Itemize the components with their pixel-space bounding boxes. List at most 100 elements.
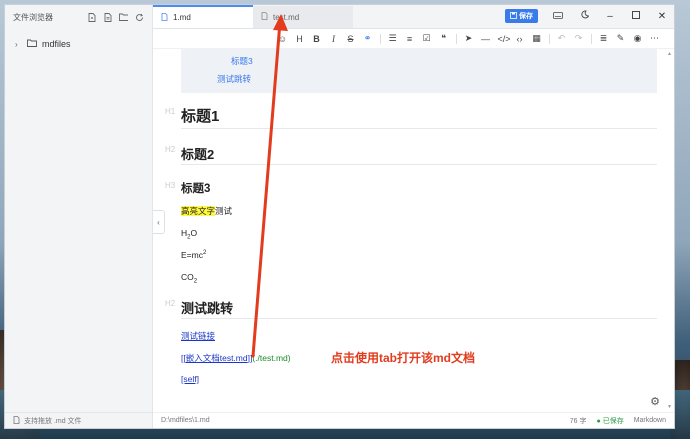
document-icon	[161, 12, 168, 23]
open-folder-icon[interactable]	[119, 13, 128, 22]
toolbar-divider	[379, 33, 381, 44]
drag-drop-hint: 支持拖放 .md 文件	[24, 417, 82, 425]
ordered-list-icon[interactable]: ≡	[405, 34, 415, 44]
tab-test-md[interactable]: test.md	[253, 6, 353, 28]
preview-icon[interactable]: ◉	[633, 33, 643, 44]
heading-marker: H2	[165, 145, 176, 154]
sidebar-footer: 支持拖放 .md 文件	[5, 412, 152, 428]
window-controls: 保存 – ✕	[505, 9, 668, 23]
document-icon	[261, 12, 268, 22]
word-count: 76 字	[569, 417, 587, 425]
annotation-text: 点击使用tab打开该md文档	[331, 351, 476, 365]
more-icon[interactable]: ⋯	[650, 33, 660, 44]
strikethrough-icon[interactable]: S	[346, 34, 356, 44]
document-icon	[13, 415, 20, 426]
formula-text: E=mc	[181, 250, 203, 260]
edit-icon[interactable]: ✎	[616, 33, 626, 44]
table-icon[interactable]: ▦	[532, 33, 542, 44]
tab-1-md[interactable]: 1.md	[153, 5, 253, 28]
editor-toolbar: ☺ H B I S ⚭ ☰ ≡ ☑ ❝ ➤ — </> ‹› ▦ ↶ ↷ ≣ ✎…	[153, 29, 674, 49]
quote-icon[interactable]: ❝	[439, 33, 449, 44]
keyboard-icon[interactable]	[552, 11, 564, 22]
file-explorer-sidebar: 文件浏览器 › mdfiles 支持拖放 .md 文件	[5, 5, 153, 428]
bold-icon[interactable]: B	[312, 34, 322, 44]
chevron-left-icon: ‹	[157, 217, 160, 227]
test-link[interactable]: 测试链接	[181, 330, 215, 342]
chevron-right-icon: ›	[15, 39, 18, 49]
scroll-up-icon[interactable]: ▲	[667, 51, 672, 57]
wiki-link-line: [[嵌入文档test.md]](./test.md)	[181, 352, 291, 364]
sidebar-header: 文件浏览器	[5, 5, 152, 29]
sidebar-title: 文件浏览器	[13, 12, 53, 22]
code-icon[interactable]: </>	[498, 34, 511, 44]
save-button[interactable]: 保存	[505, 9, 538, 23]
tab-bar: 1.md test.md 保存 – ✕	[153, 5, 674, 29]
editor-content[interactable]: 标题3 测试跳转 H1 标题1 H2 标题2 H3 标题3 高亮文字测试 H2O…	[153, 49, 674, 412]
status-bar: D:\mdfiles\1.md 76 字 ● 已保存 Markdown	[153, 412, 674, 428]
formula-text: O	[190, 228, 198, 238]
unordered-list-icon[interactable]: ☰	[388, 33, 398, 44]
heading-divider	[181, 318, 657, 319]
subscript: 2	[193, 278, 198, 285]
toolbar-divider	[455, 33, 457, 44]
folder-icon	[27, 39, 37, 49]
formula-h2o: H2O	[181, 228, 197, 241]
heading-marker: H2	[165, 299, 176, 308]
refresh-icon[interactable]	[135, 13, 144, 22]
toolbar-divider	[548, 33, 550, 44]
app-window: 文件浏览器 › mdfiles 支持拖放 .md 文件 ‹ 1.md test.…	[4, 4, 675, 429]
link-icon[interactable]: ⚭	[363, 33, 373, 44]
tab-label: test.md	[273, 12, 300, 22]
heading-icon[interactable]: H	[295, 34, 305, 44]
minimize-icon[interactable]: –	[604, 11, 616, 22]
heading-marker: H3	[165, 181, 176, 190]
emoji-icon[interactable]: ☺	[278, 34, 288, 44]
italic-icon[interactable]: I	[329, 34, 339, 44]
inline-code-icon[interactable]: ‹›	[515, 34, 525, 44]
settings-gear-icon[interactable]: ⚙	[650, 395, 660, 408]
close-icon[interactable]: ✕	[656, 11, 668, 22]
heading-2: 标题2	[181, 147, 215, 162]
formula-co2: CO2	[181, 272, 197, 285]
save-label: 保存	[519, 13, 533, 20]
wiki-link[interactable]: 嵌入文档test.md	[186, 353, 248, 363]
tab-label: 1.md	[173, 13, 191, 22]
heading-divider	[181, 164, 657, 165]
undo-icon[interactable]: ↶	[557, 33, 567, 44]
heading-divider	[181, 128, 657, 129]
highlight-suffix: 测试	[215, 206, 233, 216]
heading-1: 标题1	[181, 108, 220, 125]
align-icon[interactable]: ≣	[599, 33, 609, 44]
save-status: ● 已保存	[596, 417, 624, 425]
self-link[interactable]: [self]	[181, 374, 199, 384]
main-area: 1.md test.md 保存 – ✕ ☺ H B I S ⚭ ☰ ≡ ☑ ❝ …	[153, 5, 674, 428]
toc-item[interactable]: 测试跳转	[217, 73, 251, 85]
scrollbar[interactable]	[668, 49, 672, 412]
redo-icon[interactable]: ↷	[574, 33, 584, 44]
maximize-icon[interactable]	[630, 10, 642, 22]
heading-marker: H1	[165, 107, 176, 116]
tree-folder-mdfiles[interactable]: › mdfiles	[5, 37, 152, 51]
heading-2-jump: 测试跳转	[181, 301, 234, 316]
save-icon	[510, 11, 517, 21]
send-icon[interactable]: ➤	[464, 33, 474, 44]
heading-3: 标题3	[181, 183, 211, 195]
horizontal-rule-icon[interactable]: —	[481, 34, 491, 44]
highlight-paragraph: 高亮文字测试	[181, 205, 232, 217]
formula-text: CO	[181, 272, 194, 282]
toc-block: 标题3 测试跳转	[181, 49, 657, 93]
toc-item[interactable]: 标题3	[231, 55, 253, 67]
editor-mode: Markdown	[633, 417, 666, 424]
file-path: D:\mdfiles\1.md	[161, 417, 210, 424]
checklist-icon[interactable]: ☑	[422, 33, 432, 44]
new-file-icon[interactable]	[87, 12, 96, 22]
collapse-sidebar-button[interactable]: ‹	[153, 210, 165, 234]
toolbar-divider	[590, 33, 592, 44]
open-file-icon[interactable]	[103, 12, 112, 22]
formula-emc: E=mc2	[181, 250, 206, 260]
scroll-down-icon[interactable]: ▼	[667, 404, 672, 410]
tree-folder-label: mdfiles	[42, 39, 71, 49]
wiki-path: (./test.md)	[252, 353, 291, 363]
highlight-text: 高亮文字	[181, 206, 216, 216]
dark-mode-icon[interactable]	[578, 10, 590, 22]
